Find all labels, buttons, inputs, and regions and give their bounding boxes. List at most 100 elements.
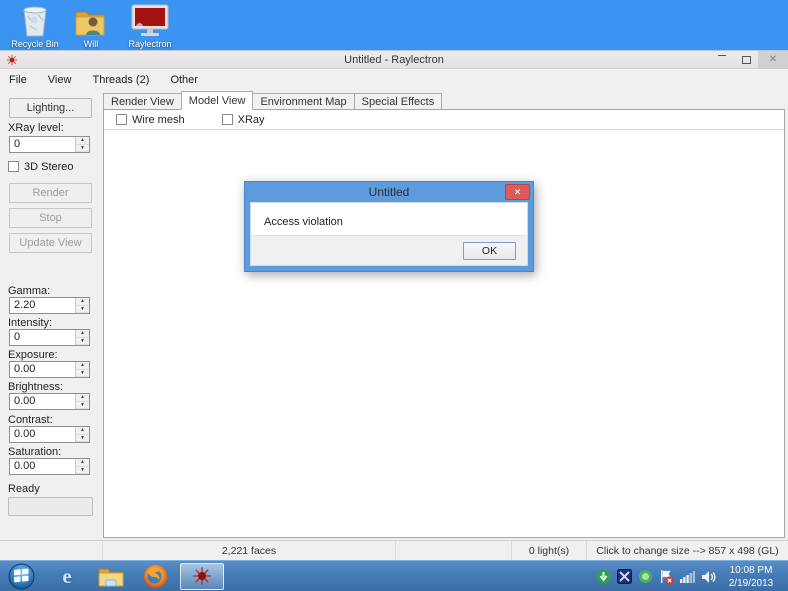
status-bar: 2,221 faces 0 light(s) Click to change s… — [0, 540, 788, 561]
status-faces: 2,221 faces — [103, 541, 396, 561]
gamma-stepper[interactable]: 2.20 ▲ ▼ — [9, 297, 90, 314]
gamma-value[interactable]: 2.20 — [14, 298, 35, 313]
spin-down-icon[interactable]: ▼ — [76, 144, 89, 152]
update-view-button[interactable]: Update View — [9, 233, 92, 253]
error-dialog: Untitled ✕ Access violation OK — [244, 181, 534, 272]
window-title: Untitled - Raylectron — [344, 54, 444, 66]
spin-down-icon[interactable]: ▼ — [76, 466, 89, 474]
dialog-message: Access violation — [264, 216, 343, 228]
title-bar[interactable]: Untitled - Raylectron ✕ — [0, 51, 788, 69]
saturation-label: Saturation: — [8, 446, 62, 458]
spin-down-icon[interactable]: ▼ — [76, 401, 89, 409]
render-button[interactable]: Render — [9, 183, 92, 203]
status-lights: 0 light(s) — [512, 541, 587, 561]
menu-view[interactable]: View — [39, 70, 81, 91]
file-explorer-button[interactable] — [94, 562, 128, 591]
desktop-screen: Recycle Bin Will Raylectron Untitled - R… — [0, 0, 788, 591]
status-size-hint[interactable]: Click to change size --> 857 x 498 (GL) — [587, 541, 788, 561]
brightness-label: Brightness: — [8, 381, 64, 393]
contrast-stepper[interactable]: 0.00 ▲ ▼ — [9, 426, 90, 443]
spin-up-icon[interactable]: ▲ — [76, 298, 89, 306]
taskbar-raylectron-button[interactable] — [180, 562, 224, 590]
intensity-stepper[interactable]: 0 ▲ ▼ — [9, 329, 90, 346]
taskbar: e 10:08 PM 2/19/2013 — [0, 560, 788, 591]
tab-special-effects[interactable]: Special Effects — [353, 93, 443, 110]
volume-icon[interactable] — [700, 569, 716, 585]
xray-label: XRay — [237, 114, 265, 126]
download-manager-icon[interactable] — [595, 569, 611, 585]
checkbox-icon[interactable] — [8, 161, 19, 172]
saturation-value[interactable]: 0.00 — [14, 459, 35, 474]
intensity-value[interactable]: 0 — [14, 330, 20, 345]
xray-checkbox[interactable]: XRay — [221, 114, 265, 126]
recycle-bin-icon — [6, 2, 64, 38]
stop-button[interactable]: Stop — [9, 208, 92, 228]
contrast-label: Contrast: — [8, 414, 53, 426]
ready-status-label: Ready — [8, 483, 40, 495]
dialog-close-button[interactable]: ✕ — [505, 184, 530, 200]
exposure-stepper[interactable]: 0.00 ▲ ▼ — [9, 361, 90, 378]
ok-button[interactable]: OK — [463, 242, 516, 260]
xray-level-stepper[interactable]: 0 ▲ ▼ — [9, 136, 90, 153]
contrast-value[interactable]: 0.00 — [14, 427, 35, 442]
spin-up-icon[interactable]: ▲ — [76, 427, 89, 435]
desktop-icon-label: Raylectron — [128, 39, 172, 49]
menu-other[interactable]: Other — [161, 70, 207, 91]
stereo-checkbox[interactable]: 3D Stereo — [8, 161, 74, 173]
dialog-title-bar[interactable]: Untitled — [245, 182, 533, 202]
status-cell-empty — [396, 541, 512, 561]
menu-threads[interactable]: Threads (2) — [84, 70, 159, 91]
saturation-stepper[interactable]: 0.00 ▲ ▼ — [9, 458, 90, 475]
maximize-button[interactable] — [734, 51, 758, 69]
spin-up-icon[interactable]: ▲ — [76, 137, 89, 145]
spin-down-icon[interactable]: ▼ — [76, 337, 89, 345]
spin-up-icon[interactable]: ▲ — [76, 362, 89, 370]
sidebar: Lighting... XRay level: 0 ▲ ▼ 3D Stereo R… — [0, 91, 101, 561]
checkbox-icon[interactable] — [116, 114, 127, 125]
wire-mesh-label: Wire mesh — [132, 114, 185, 126]
minimize-icon — [718, 55, 726, 56]
desktop-icon-user-folder[interactable]: Will — [62, 2, 120, 49]
desktop-icon-recycle-bin[interactable]: Recycle Bin — [6, 2, 64, 49]
network-icon[interactable] — [679, 569, 695, 585]
brightness-value[interactable]: 0.00 — [14, 394, 35, 409]
exposure-label: Exposure: — [8, 349, 58, 361]
tab-environment-map[interactable]: Environment Map — [252, 93, 354, 110]
raylectron-window: Untitled - Raylectron ✕ File View Thread… — [0, 50, 788, 561]
tab-render-view[interactable]: Render View — [103, 93, 181, 110]
checkbox-icon[interactable] — [221, 114, 233, 125]
taskbar-clock[interactable]: 10:08 PM 2/19/2013 — [720, 564, 782, 590]
wire-mesh-checkbox[interactable]: Wire mesh — [116, 114, 188, 126]
spin-down-icon[interactable]: ▼ — [76, 305, 89, 313]
lighting-button[interactable]: Lighting... — [9, 98, 92, 118]
tab-model-view[interactable]: Model View — [180, 91, 254, 110]
system-tray — [595, 561, 716, 591]
spin-up-icon[interactable]: ▲ — [76, 459, 89, 467]
spin-up-icon[interactable]: ▲ — [76, 394, 89, 402]
clock-time: 10:08 PM — [729, 565, 773, 576]
menu-file[interactable]: File — [0, 70, 36, 91]
desktop-icon-label: Recycle Bin — [11, 39, 59, 49]
exposure-value[interactable]: 0.00 — [14, 362, 35, 377]
green-utility-icon[interactable] — [637, 569, 653, 585]
close-button[interactable]: ✕ — [758, 51, 788, 69]
start-button[interactable] — [4, 562, 38, 591]
close-icon: ✕ — [513, 187, 522, 197]
firefox-icon — [143, 564, 167, 588]
model-view-panel: Wire mesh XRay — [103, 109, 785, 538]
desktop-icon-raylectron[interactable]: Raylectron — [119, 2, 181, 49]
spin-up-icon[interactable]: ▲ — [76, 330, 89, 338]
spin-down-icon[interactable]: ▼ — [76, 434, 89, 442]
xray-level-value[interactable]: 0 — [14, 137, 20, 152]
intensity-label: Intensity: — [8, 317, 53, 329]
xray-level-label: XRay level: — [8, 122, 64, 134]
internet-explorer-button[interactable]: e — [50, 562, 84, 591]
grid-tray-icon[interactable] — [616, 569, 632, 585]
desktop-icon-label: Will — [83, 39, 99, 49]
action-center-flag-icon[interactable] — [658, 569, 674, 585]
brightness-stepper[interactable]: 0.00 ▲ ▼ — [9, 393, 90, 410]
firefox-button[interactable] — [138, 562, 172, 591]
raylectron-logo-icon — [193, 567, 211, 585]
minimize-button[interactable] — [710, 51, 734, 69]
spin-down-icon[interactable]: ▼ — [76, 369, 89, 377]
